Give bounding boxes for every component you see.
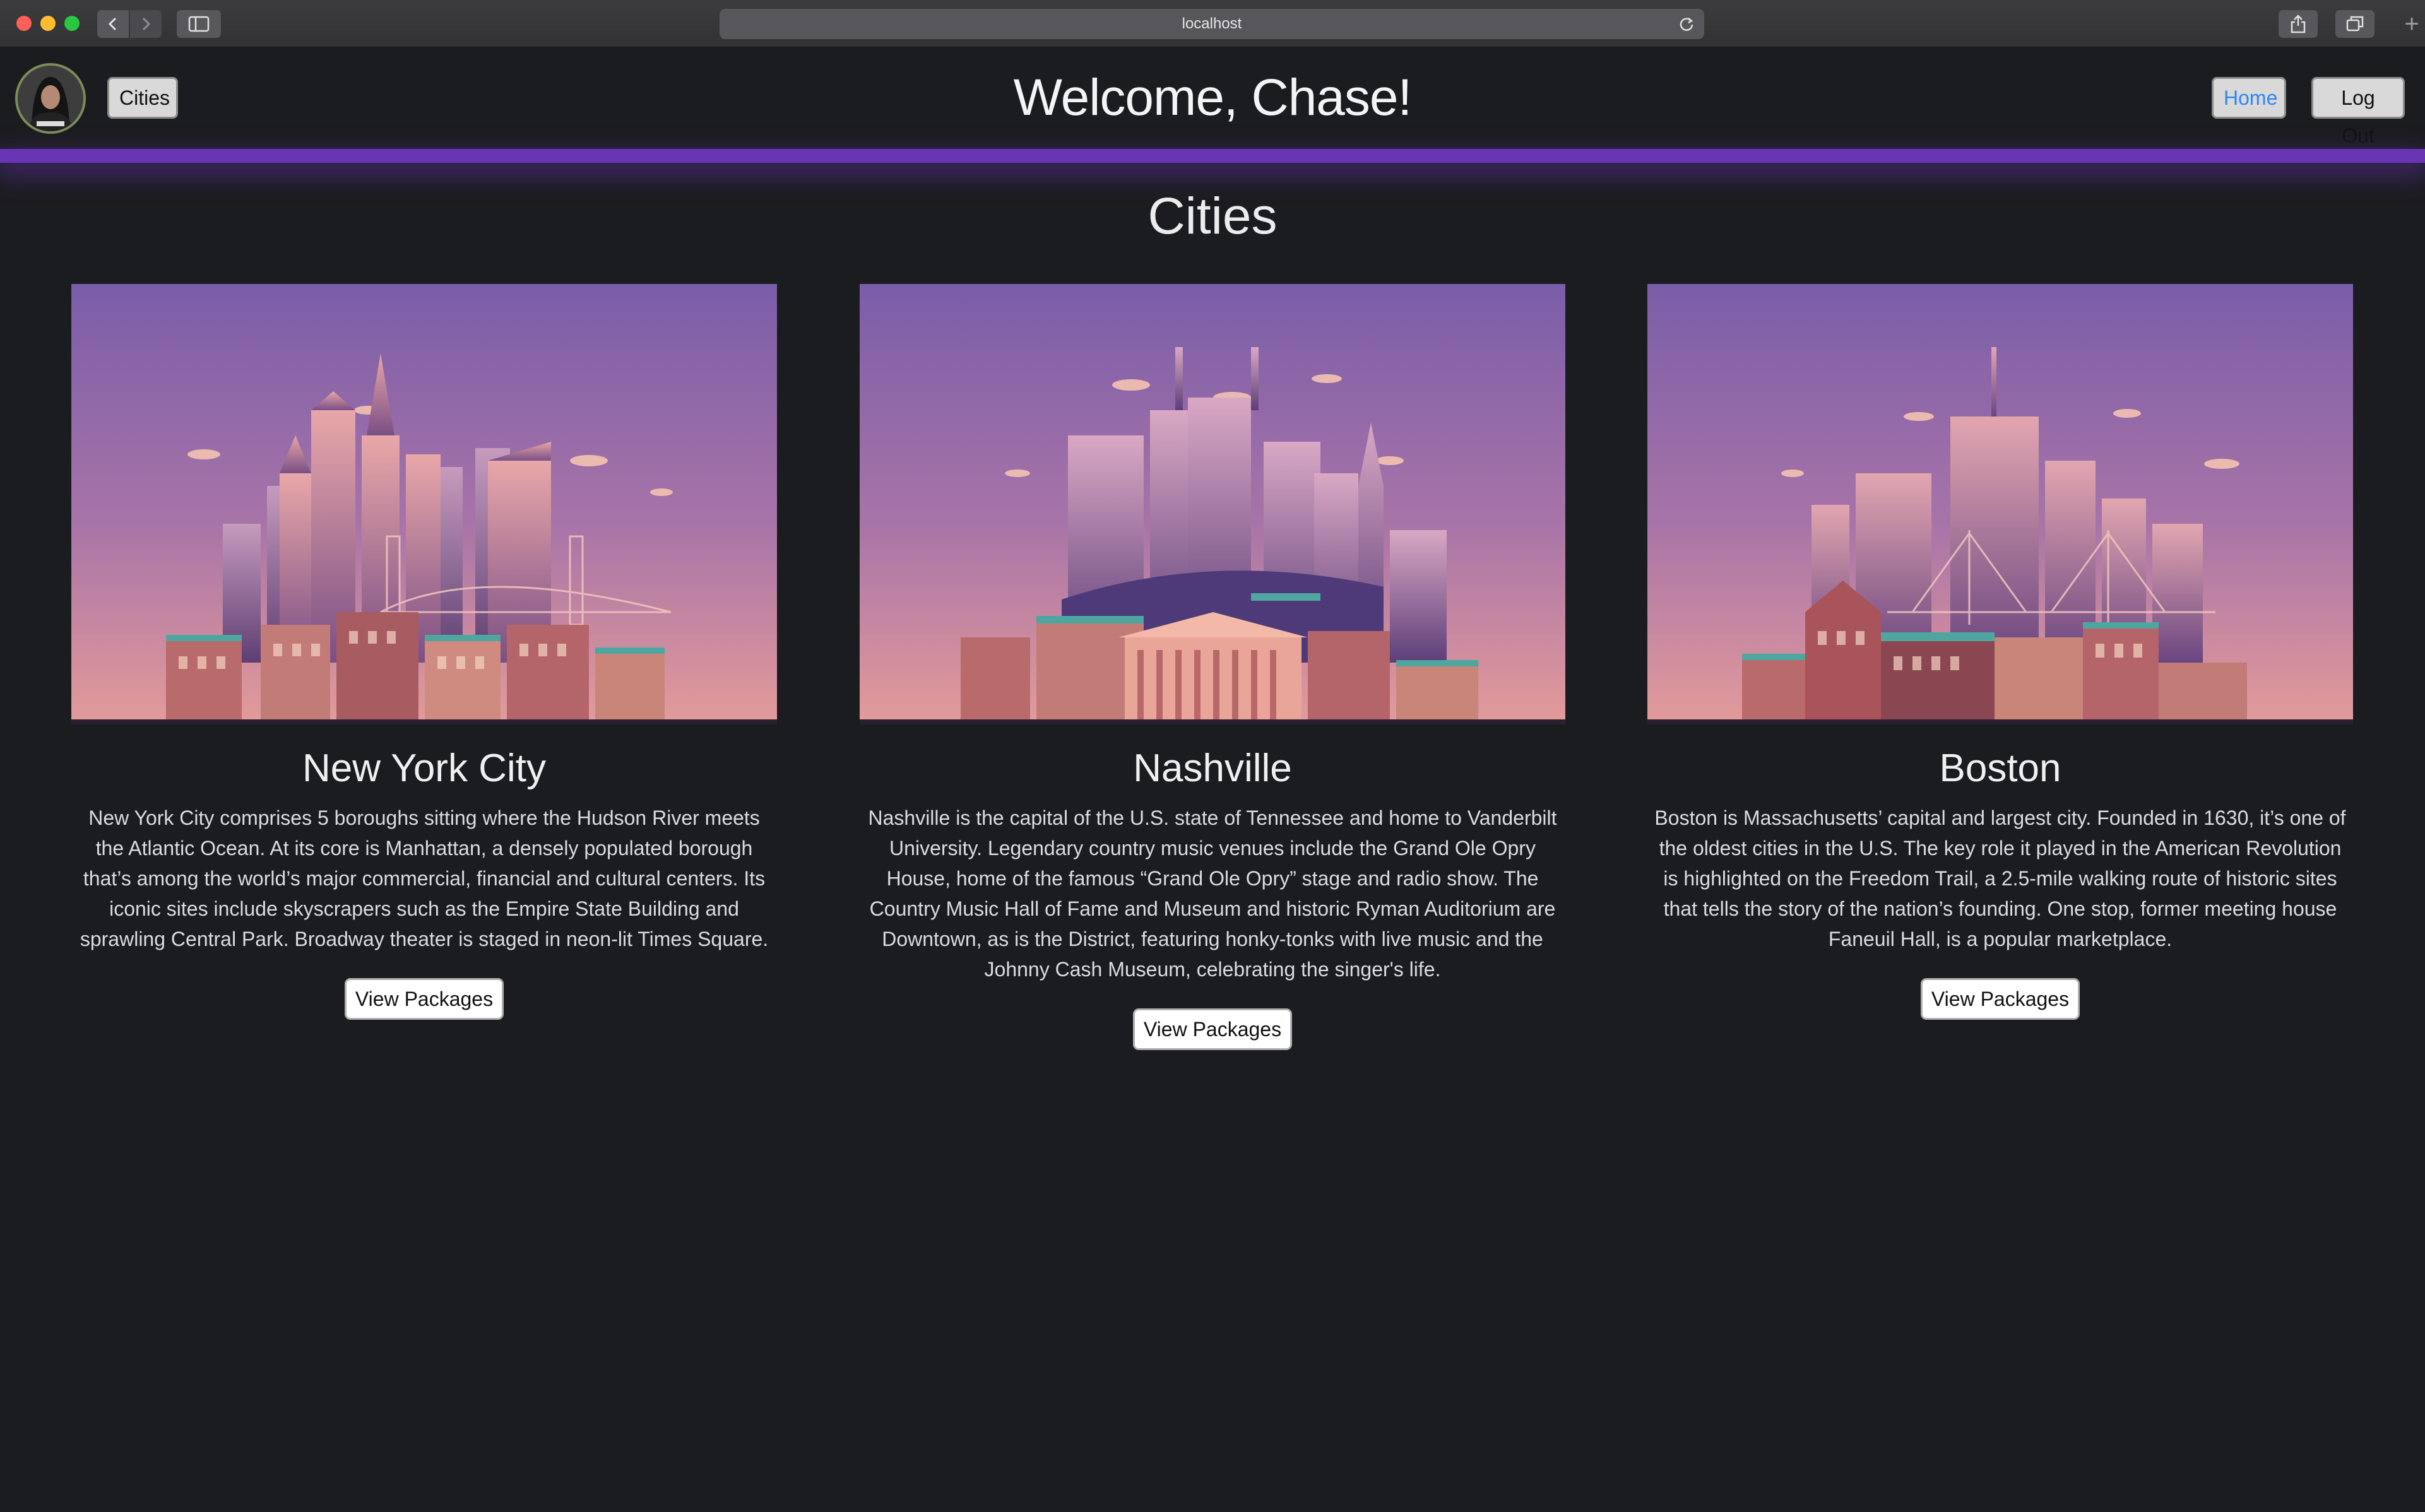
sidebar-icon [188,16,210,32]
city-name: New York City [302,747,546,790]
city-name: Boston [1939,747,2061,790]
address-bar[interactable]: localhost [720,9,1704,39]
city-description: New York City comprises 5 boroughs sitti… [80,806,769,950]
city-card-nashville: Nashville Nashville is the capital of th… [860,284,1565,1050]
view-packages-button[interactable]: View Packages [345,978,504,1020]
page-title: Cities [1147,187,1278,245]
boston-skyline-image [1647,284,2353,724]
logout-button[interactable]: Log Out [2311,77,2405,147]
sidebar-toggle-button[interactable] [177,10,221,38]
city-card-new-york: New York City New York City comprises 5 … [71,284,777,1020]
back-button[interactable] [97,10,129,38]
new-tab-button[interactable]: + [2398,10,2425,38]
city-card-boston: Boston Boston is Massachusetts’ capital … [1647,284,2353,1020]
tab-overview-button[interactable] [2335,10,2375,38]
view-packages-button[interactable]: View Packages [1133,1008,1292,1050]
zoom-window-button[interactable] [64,16,80,31]
close-window-button[interactable] [16,16,32,31]
city-description: Boston is Massachusetts’ capital and lar… [1654,806,2346,950]
nashville-skyline-image [860,284,1565,724]
header-accent-bar [0,149,2425,163]
new-york-skyline-image [71,284,777,724]
welcome-heading: Welcome, Chase! [1013,69,1413,126]
minimize-window-button[interactable] [40,16,56,31]
chevron-right-icon [142,17,151,31]
tabs-icon [2346,16,2364,32]
reload-icon[interactable] [1678,15,1695,33]
view-packages-button[interactable]: View Packages [1921,978,2080,1020]
url-text: localhost [1182,15,1242,32]
city-name: Nashville [1133,747,1292,790]
share-button[interactable] [2279,10,2318,38]
chevron-left-icon [108,17,117,31]
home-nav-button[interactable]: Home [2212,77,2286,119]
browser-toolbar: localhost + [0,0,2425,48]
forward-button[interactable] [130,10,162,38]
city-description: Nashville is the capital of the U.S. sta… [868,806,1557,981]
share-icon [2291,15,2306,33]
